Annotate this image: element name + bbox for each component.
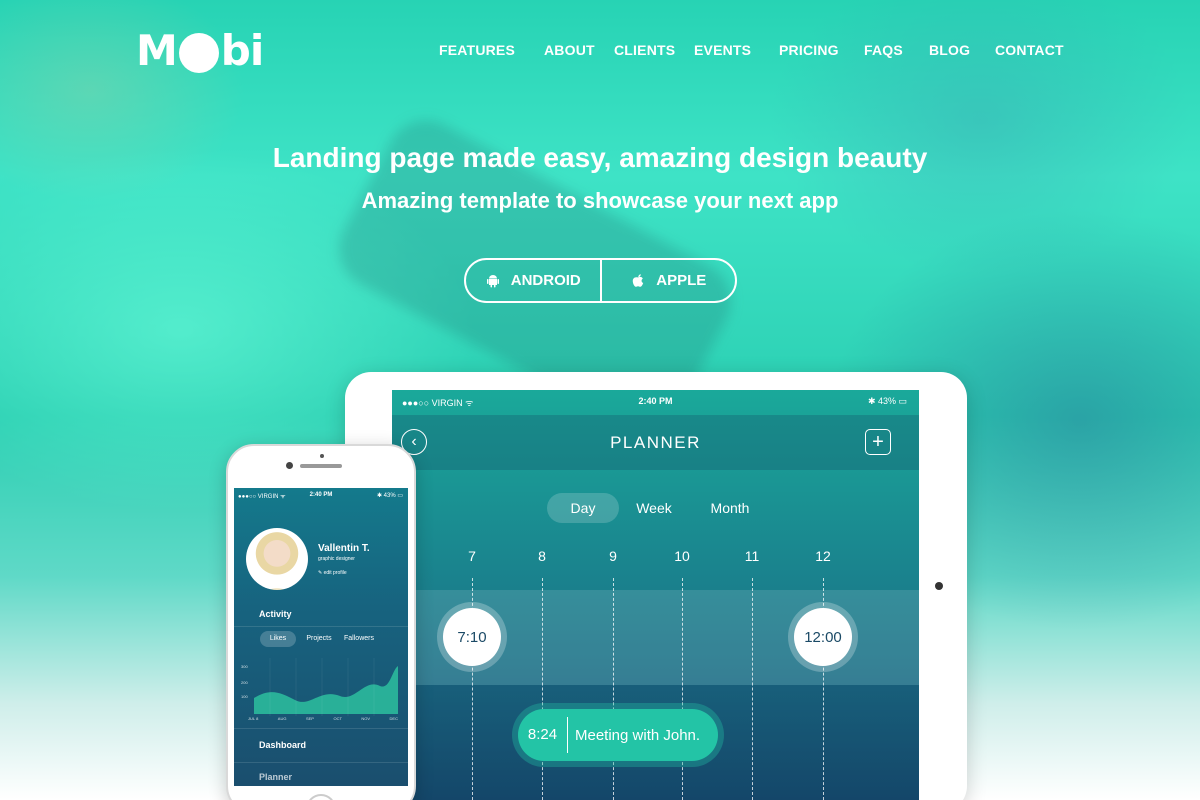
tab-projects[interactable]: Projects (298, 631, 340, 647)
hero-title: Landing page made easy, amazing design b… (272, 142, 928, 173)
battery-indicator: ✱ 43% ▭ (376, 493, 403, 499)
tablet-camera (935, 582, 943, 590)
avatar[interactable] (246, 528, 308, 590)
nav-features[interactable]: FEATURES (439, 42, 515, 58)
nav-faqs[interactable]: FAQS (864, 42, 903, 58)
tablet-status-bar: ●●●○○ VIRGIN ᯤ 2:40 PM ✱ 43% ▭ (392, 396, 919, 410)
tab-likes[interactable]: Likes (260, 631, 296, 647)
chart-x-axis: JUL 8 AUG SEP OCT NOV DEC (248, 716, 398, 721)
meeting-text: Meeting with John. (575, 726, 701, 744)
battery-indicator: ✱ 43% ▭ (867, 396, 907, 406)
view-segmented-control: Day Week Month (392, 493, 919, 523)
phone-screen: ●●●○○ VIRGIN ᯤ 2:40 PM ✱ 43% ▭ Vallentin… (234, 488, 408, 786)
plus-icon[interactable]: + (865, 429, 891, 455)
divider (234, 626, 408, 627)
tablet-mockup: ●●●○○ VIRGIN ᯤ 2:40 PM ✱ 43% ▭ ‹ PLANNER… (345, 372, 967, 800)
hero-subtitle: Amazing template to showcase your next a… (361, 188, 839, 213)
phone-speaker (300, 464, 342, 468)
android-button-label: ANDROID (510, 272, 581, 289)
status-time: 2:40 PM (638, 396, 673, 406)
nav-contact[interactable]: CONTACT (995, 42, 1064, 58)
activity-area-chart (254, 658, 398, 716)
x-label: DEC (389, 716, 398, 721)
apple-icon (633, 273, 644, 287)
android-button[interactable]: ANDROID (466, 260, 602, 301)
divider (234, 728, 408, 729)
phone-mockup: ●●●○○ VIRGIN ᯤ 2:40 PM ✱ 43% ▭ Vallentin… (226, 444, 416, 800)
hour-label: 8 (538, 548, 546, 564)
hour-gridline (542, 578, 543, 800)
nav-pricing[interactable]: PRICING (779, 42, 839, 58)
x-label: AUG (277, 716, 287, 721)
phone-sensor (320, 454, 324, 458)
divider (234, 762, 408, 763)
profile-role: graphic designer (318, 556, 355, 562)
x-label: SEP (305, 716, 314, 721)
hour-gridline (752, 578, 753, 800)
hour-gridline (682, 578, 683, 800)
menu-planner[interactable]: Planner (259, 772, 292, 782)
hour-label: 7 (468, 548, 476, 564)
download-buttons: ANDROID APPLE (464, 258, 737, 303)
meeting-event[interactable]: 8:24 Meeting with John. (518, 709, 718, 761)
tab-week[interactable]: Week (618, 493, 690, 523)
tab-day[interactable]: Day (547, 493, 619, 523)
tab-month[interactable]: Month (694, 493, 766, 523)
activity-tabs: Likes Projects Fallowers (234, 631, 408, 647)
x-label: NOV (361, 716, 371, 721)
planner-title: PLANNER (610, 433, 701, 452)
profile-name: Vallentin T. (318, 543, 370, 554)
hour-label: 12 (815, 548, 831, 564)
menu-dashboard[interactable]: Dashboard (259, 740, 306, 750)
event-start-time[interactable]: 7:10 (443, 608, 501, 666)
phone-camera (286, 462, 293, 469)
hour-label: 10 (674, 548, 690, 564)
nav-about[interactable]: ABOUT (544, 42, 595, 58)
hour-gridline (613, 578, 614, 800)
nav-clients[interactable]: CLIENTS (614, 42, 675, 58)
planner-header: ‹ PLANNER + (392, 415, 919, 470)
main-nav: FEATURES ABOUT CLIENTS EVENTS PRICING FA… (0, 42, 1200, 62)
x-label: OCT (333, 716, 342, 721)
hour-label: 11 (744, 548, 760, 564)
event-end-time[interactable]: 12:00 (794, 608, 852, 666)
home-button[interactable] (306, 794, 336, 800)
activity-area (254, 666, 398, 714)
apple-button-label: APPLE (656, 272, 707, 289)
x-label: JUL 8 (248, 716, 259, 721)
meeting-time: 8:24 (518, 717, 568, 753)
nav-blog[interactable]: BLOG (929, 42, 970, 58)
apple-button[interactable]: APPLE (602, 260, 736, 301)
edit-profile-link[interactable]: ✎ edit profile (318, 570, 347, 576)
activity-title: Activity (259, 609, 292, 619)
android-icon (486, 274, 499, 287)
hour-label: 9 (609, 548, 617, 564)
tablet-screen: ●●●○○ VIRGIN ᯤ 2:40 PM ✱ 43% ▭ ‹ PLANNER… (392, 390, 919, 800)
nav-events[interactable]: EVENTS (694, 42, 751, 58)
tab-followers[interactable]: Fallowers (338, 631, 380, 647)
